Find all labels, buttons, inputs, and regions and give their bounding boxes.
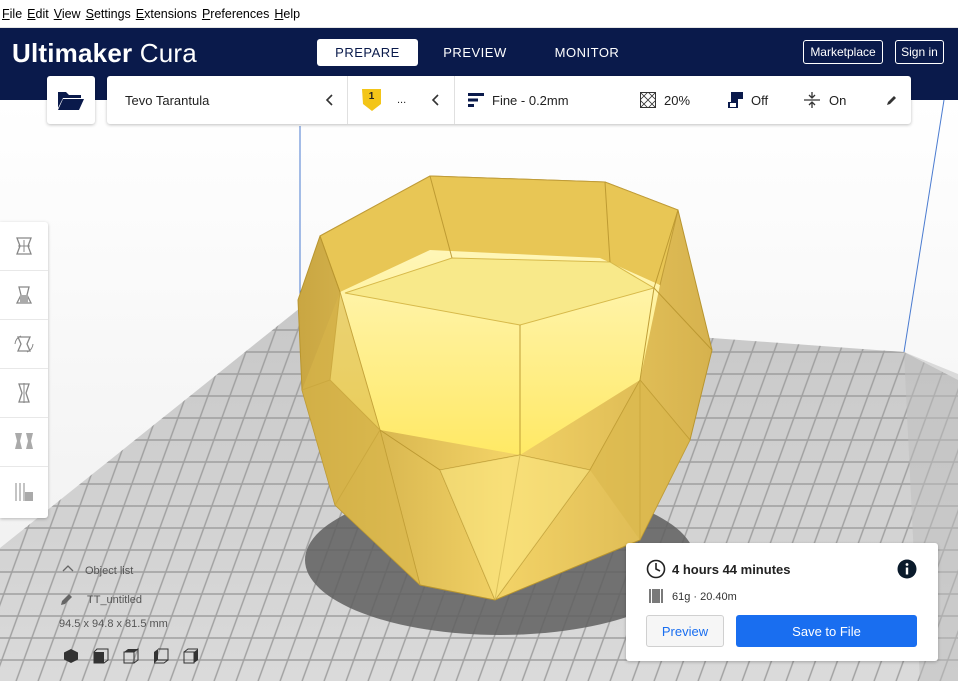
pencil-icon[interactable] <box>60 592 74 606</box>
chevron-left-icon[interactable] <box>323 93 337 107</box>
infill-value[interactable]: 20% <box>664 76 690 124</box>
menu-preferences[interactable]: Preferences <box>202 7 269 21</box>
extruder-number: 1 <box>368 91 375 102</box>
mirror-icon <box>18 383 30 403</box>
mirror-tool[interactable] <box>0 369 48 418</box>
menu-extensions[interactable]: Extensions <box>136 7 197 21</box>
preview-button[interactable]: Preview <box>646 615 724 647</box>
support-blocker-tool[interactable] <box>0 467 48 516</box>
infill-icon <box>640 92 656 108</box>
info-icon[interactable] <box>897 559 917 579</box>
object-dimensions: 94.5 x 94.8 x 81.5 mm <box>59 618 168 630</box>
print-summary-panel: 4 hours 44 minutes 61g · 20.40m Preview … <box>626 543 938 661</box>
adhesion-icon <box>804 92 820 108</box>
move-icon <box>16 237 32 255</box>
menu-bar: File Edit View Settings Extensions Prefe… <box>0 0 958 28</box>
clock-icon <box>646 559 666 579</box>
scale-tool[interactable] <box>0 271 48 320</box>
support-blocker-icon <box>15 482 33 501</box>
front-view-icon[interactable] <box>93 648 109 664</box>
support-icon <box>728 92 743 108</box>
top-view-icon[interactable] <box>123 648 139 664</box>
object-name[interactable]: TT_untitled <box>87 594 142 606</box>
scale-icon <box>15 286 33 304</box>
menu-settings[interactable]: Settings <box>86 7 131 21</box>
printer-settings-bar: Tevo Tarantula 1 ... Fine - 0.2mm 20% Of… <box>107 76 911 124</box>
menu-view[interactable]: View <box>54 7 81 21</box>
printer-name[interactable]: Tevo Tarantula <box>125 76 209 124</box>
print-material: 61g · 20.40m <box>672 591 737 603</box>
per-model-settings-icon <box>15 433 33 449</box>
tab-preview[interactable]: PREVIEW <box>430 39 520 66</box>
support-value[interactable]: Off <box>751 76 768 124</box>
marketplace-button[interactable]: Marketplace <box>803 40 883 64</box>
sign-in-button[interactable]: Sign in <box>895 40 944 64</box>
tool-panel <box>0 222 48 518</box>
chevron-left-icon[interactable] <box>429 93 443 107</box>
extruder-more: ... <box>397 94 407 106</box>
right-view-icon[interactable] <box>183 648 199 664</box>
chevron-up-icon[interactable] <box>61 563 75 573</box>
menu-file[interactable]: File <box>2 7 22 21</box>
menu-edit[interactable]: Edit <box>27 7 49 21</box>
tab-monitor[interactable]: MONITOR <box>540 39 634 66</box>
adhesion-value[interactable]: On <box>829 76 846 124</box>
extruder-badge[interactable]: 1 <box>360 88 383 112</box>
spool-icon <box>649 589 663 603</box>
rotate-tool[interactable] <box>0 320 48 369</box>
tab-prepare[interactable]: PREPARE <box>317 39 418 66</box>
object-list-toggle[interactable]: Object list <box>85 565 133 577</box>
print-time: 4 hours 44 minutes <box>672 562 791 577</box>
3d-view-icon[interactable] <box>63 648 79 664</box>
profile-label[interactable]: Fine - 0.2mm <box>492 76 569 124</box>
folder-open-icon <box>58 92 84 110</box>
left-view-icon[interactable] <box>153 648 169 664</box>
profile-icon <box>468 93 484 107</box>
pencil-icon[interactable] <box>886 94 898 106</box>
menu-help[interactable]: Help <box>274 7 300 21</box>
move-tool[interactable] <box>0 222 48 271</box>
save-to-file-button[interactable]: Save to File <box>736 615 917 647</box>
per-model-settings-tool[interactable] <box>0 418 48 467</box>
app-logo: Ultimaker Cura <box>12 38 197 68</box>
open-file-button[interactable] <box>47 76 95 124</box>
rotate-icon <box>14 335 34 353</box>
